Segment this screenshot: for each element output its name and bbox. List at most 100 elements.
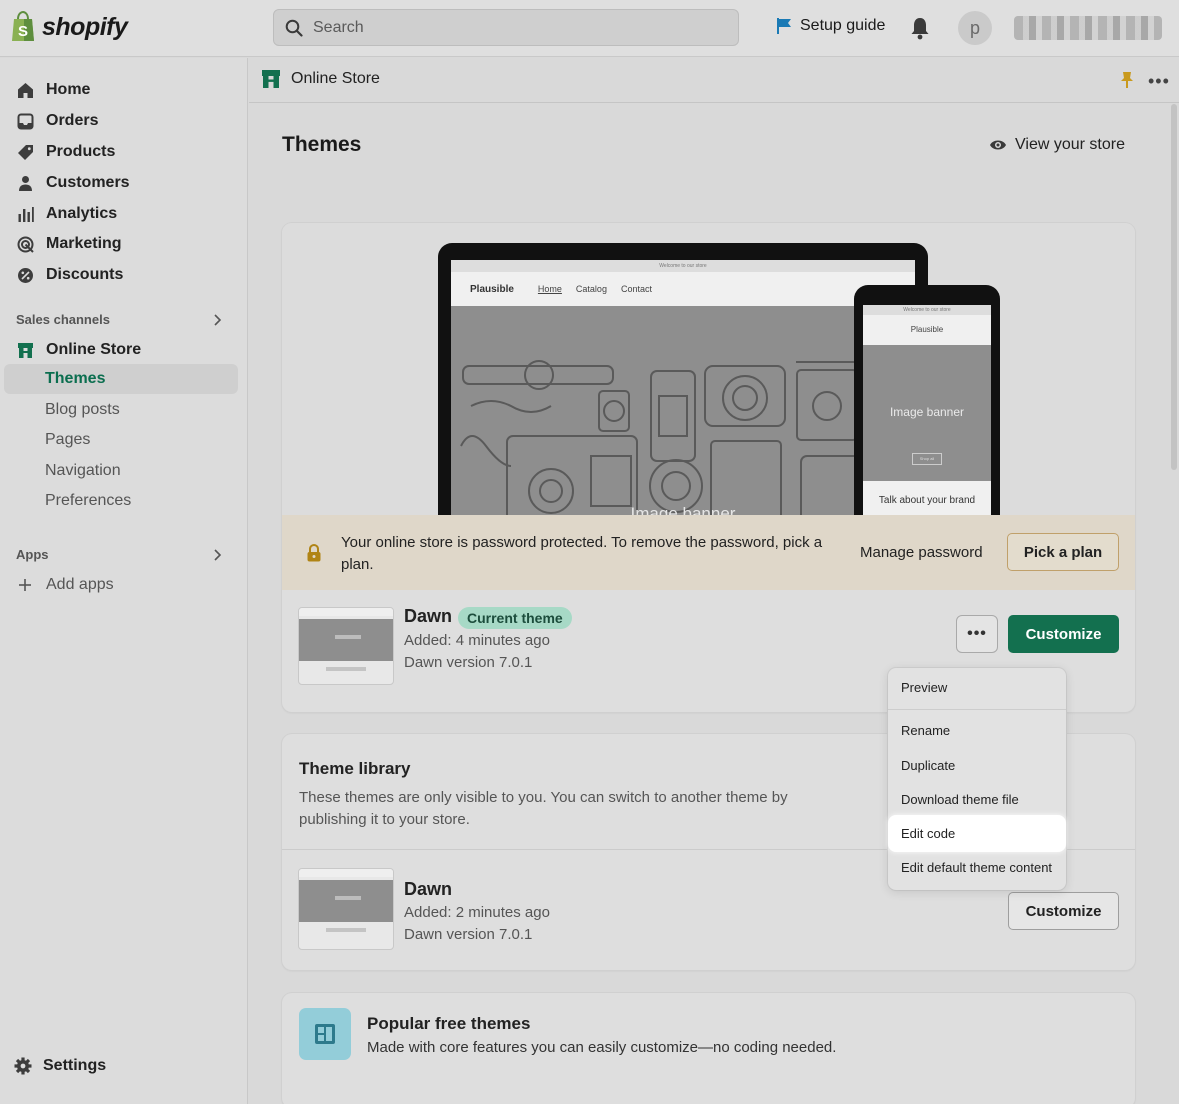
- menu-item-duplicate[interactable]: Duplicate: [888, 749, 1066, 783]
- pick-plan-button[interactable]: Pick a plan: [1007, 533, 1119, 571]
- breadcrumb[interactable]: Online Store: [261, 69, 380, 89]
- sidebar-item-customers[interactable]: Customers: [16, 171, 130, 195]
- settings-label: Settings: [43, 1057, 107, 1074]
- theme-added-time: Added: 2 minutes ago: [404, 904, 550, 921]
- theme-thumbnail[interactable]: [298, 868, 394, 950]
- theme-added-time: Added: 4 minutes ago: [404, 632, 550, 649]
- store-icon: [16, 341, 34, 359]
- customize-button[interactable]: Customize: [1008, 615, 1119, 653]
- theme-actions-menu: Preview Rename Duplicate Download theme …: [888, 668, 1066, 890]
- sidebar-subitem-themes[interactable]: Themes: [45, 370, 105, 388]
- sales-channels-heading: Sales channels: [16, 312, 110, 327]
- plus-icon: [16, 576, 34, 594]
- phone-preview: Welcome to our store Plausible Image ban…: [854, 285, 1000, 525]
- bell-icon[interactable]: [909, 16, 931, 40]
- bar-chart-icon: [16, 205, 34, 223]
- orders-icon: [16, 112, 34, 130]
- pin-icon[interactable]: [1120, 71, 1134, 89]
- laptop-nav-item: Contact: [620, 284, 652, 294]
- shopify-logo[interactable]: S shopify: [10, 11, 128, 43]
- sidebar-item-analytics[interactable]: Analytics: [16, 202, 117, 226]
- phone-screen: Welcome to our store Plausible Image ban…: [863, 305, 991, 525]
- phone-footer-text: Talk about your brand: [878, 495, 976, 506]
- scrollbar[interactable]: [1171, 104, 1177, 470]
- main-content: Online Store ••• Themes View your store …: [249, 58, 1179, 1104]
- home-icon: [16, 81, 34, 99]
- sidebar-item-settings[interactable]: Settings: [14, 1057, 106, 1075]
- phone-banner-button: Shop all: [912, 453, 942, 465]
- product-sketch-image: [460, 360, 891, 523]
- sidebar-item-products[interactable]: Products: [16, 140, 115, 164]
- search-bar[interactable]: [273, 9, 739, 46]
- view-store-button[interactable]: View your store: [989, 136, 1125, 154]
- menu-item-preview[interactable]: Preview: [888, 671, 1066, 705]
- laptop-nav-item: Home: [537, 284, 562, 294]
- sidebar-item-orders[interactable]: Orders: [16, 109, 98, 133]
- current-theme-card: Welcome to our store Plausible Home Cata…: [282, 223, 1135, 712]
- add-apps-button[interactable]: Add apps: [16, 573, 114, 597]
- brand-name: shopify: [42, 12, 128, 41]
- menu-item-download-theme-file[interactable]: Download theme file: [888, 783, 1066, 817]
- top-bar: S shopify Setup guide p: [0, 0, 1179, 57]
- apps-heading: Apps: [16, 547, 49, 562]
- popular-themes-card: Popular free themes Made with core featu…: [282, 993, 1135, 1104]
- sidebar-item-label: Products: [46, 143, 116, 160]
- lock-icon: [307, 544, 321, 562]
- theme-thumbnail[interactable]: [298, 607, 394, 685]
- view-store-label: View your store: [1015, 136, 1125, 153]
- sidebar-subitem-blog-posts[interactable]: Blog posts: [45, 401, 120, 423]
- sidebar-subitem-pages[interactable]: Pages: [45, 431, 90, 453]
- phone-announcement: Welcome to our store: [863, 305, 991, 315]
- sidebar-item-label: Customers: [46, 174, 130, 191]
- menu-item-edit-code[interactable]: Edit code: [888, 815, 1066, 852]
- target-icon: [16, 235, 34, 253]
- avatar[interactable]: p: [958, 11, 992, 45]
- theme-version: Dawn version 7.0.1: [404, 926, 533, 943]
- search-icon: [285, 19, 303, 37]
- sidebar-item-label: Marketing: [46, 235, 122, 252]
- discount-icon: [16, 266, 34, 284]
- sidebar-item-label: Home: [46, 81, 91, 98]
- store-name-redacted[interactable]: [1014, 16, 1162, 40]
- sidebar-item-marketing[interactable]: Marketing: [16, 232, 122, 256]
- sidebar-subitem-preferences[interactable]: Preferences: [45, 492, 131, 514]
- laptop-screen: Welcome to our store Plausible Home Cata…: [451, 260, 915, 523]
- person-icon: [16, 174, 34, 192]
- popular-themes-title: Popular free themes: [367, 1014, 531, 1033]
- sidebar-subitem-themes-highlight[interactable]: [4, 364, 238, 394]
- sidebar-item-label: Orders: [46, 112, 99, 129]
- phone-banner-text: Image banner: [889, 405, 965, 419]
- phone-brand: Plausible: [910, 325, 944, 334]
- more-actions-icon[interactable]: •••: [1148, 71, 1170, 92]
- page-title: Themes: [282, 133, 362, 156]
- popular-themes-description: Made with core features you can easily c…: [367, 1039, 837, 1056]
- sidebar: Home Orders Products Customers Analytics…: [0, 58, 248, 1104]
- library-customize-button[interactable]: Customize: [1008, 892, 1119, 930]
- sidebar-item-label: Analytics: [46, 205, 118, 222]
- sidebar-item-discounts[interactable]: Discounts: [16, 263, 123, 287]
- theme-actions-button[interactable]: •••: [956, 615, 998, 653]
- theme-version: Dawn version 7.0.1: [404, 654, 533, 671]
- menu-item-edit-default-theme-content[interactable]: Edit default theme content: [888, 851, 1066, 885]
- sidebar-item-label: Online Store: [46, 341, 142, 358]
- sidebar-item-home[interactable]: Home: [16, 78, 90, 102]
- chevron-right-icon[interactable]: [211, 313, 223, 327]
- phone-banner-button-label: Shop all: [919, 456, 935, 461]
- laptop-nav-item: Catalog: [575, 284, 607, 294]
- search-input[interactable]: [313, 18, 713, 37]
- theme-name: Dawn: [404, 879, 453, 899]
- sidebar-subitem-navigation[interactable]: Navigation: [45, 462, 121, 484]
- setup-guide-label: Setup guide: [800, 17, 886, 34]
- chevron-right-icon[interactable]: [211, 548, 223, 562]
- svg-text:S: S: [18, 23, 28, 40]
- theme-library-description: These themes are only visible to you. Yo…: [299, 789, 788, 828]
- eye-icon: [990, 140, 1006, 150]
- tag-icon: [16, 143, 34, 161]
- manage-password-link[interactable]: Manage password: [860, 544, 983, 561]
- sidebar-item-online-store[interactable]: Online Store: [16, 338, 141, 362]
- menu-item-rename[interactable]: Rename: [888, 714, 1066, 748]
- setup-guide-button[interactable]: Setup guide: [776, 17, 885, 35]
- laptop-hero-image: Image banner: [451, 306, 915, 523]
- theme-preview[interactable]: Welcome to our store Plausible Home Cata…: [282, 223, 1135, 525]
- laptop-announcement: Welcome to our store: [451, 260, 915, 272]
